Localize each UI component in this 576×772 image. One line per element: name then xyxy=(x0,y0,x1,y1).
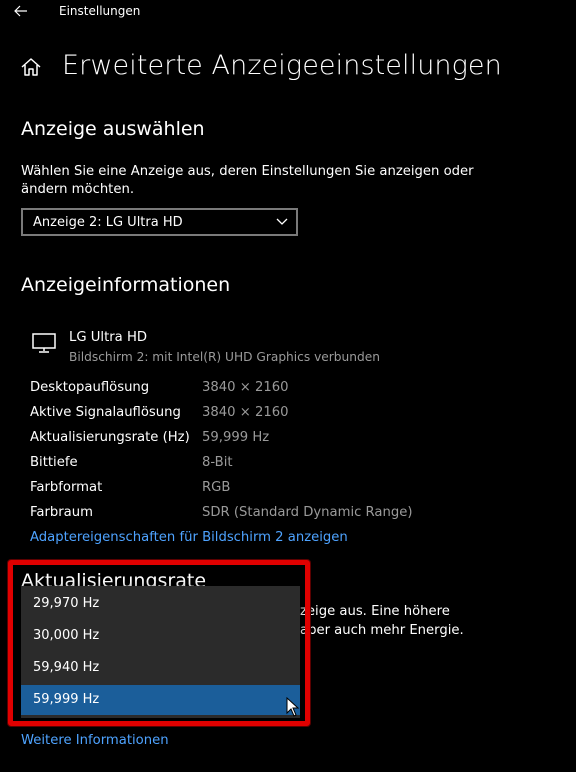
select-display-heading: Anzeige auswählen xyxy=(21,118,205,140)
highlight-frame xyxy=(8,560,310,726)
info-label-active-signal-resolution: Aktive Signalauflösung xyxy=(30,405,181,420)
info-label-desktop-resolution: Desktopauflösung xyxy=(30,380,150,395)
monitor-icon xyxy=(32,333,56,353)
info-label-color-format: Farbformat xyxy=(30,480,103,495)
info-value-bit-depth: 8-Bit xyxy=(202,455,233,470)
info-value-color-format: RGB xyxy=(202,480,231,495)
refresh-rate-description-line2: aber auch mehr Energie. xyxy=(300,623,464,638)
select-display-description-line2: ändern möchten. xyxy=(21,182,135,197)
info-value-refresh-rate: 59,999 Hz xyxy=(202,430,270,445)
home-icon[interactable] xyxy=(20,56,42,78)
info-label-refresh-rate: Aktualisierungsrate (Hz) xyxy=(30,430,190,445)
select-display-description-line1: Wählen Sie eine Anzeige aus, deren Einst… xyxy=(21,164,474,179)
adapter-properties-link[interactable]: Adaptereigenschaften für Bildschirm 2 an… xyxy=(30,530,348,545)
display-select-value: Anzeige 2: LG Ultra HD xyxy=(33,215,183,230)
back-arrow-icon[interactable] xyxy=(12,2,30,20)
monitor-connection: Bildschirm 2: mit Intel(R) UHD Graphics … xyxy=(69,350,380,364)
app-title: Einstellungen xyxy=(59,4,141,18)
chevron-down-icon xyxy=(276,218,288,225)
info-value-color-space: SDR (Standard Dynamic Range) xyxy=(202,505,413,520)
display-select[interactable]: Anzeige 2: LG Ultra HD xyxy=(21,208,298,236)
display-info-heading: Anzeigeinformationen xyxy=(21,274,231,296)
info-value-active-signal-resolution: 3840 × 2160 xyxy=(202,405,289,420)
monitor-name: LG Ultra HD xyxy=(69,330,148,345)
mouse-cursor-icon xyxy=(286,697,300,717)
info-label-bit-depth: Bittiefe xyxy=(30,455,78,470)
info-label-color-space: Farbraum xyxy=(30,505,93,520)
more-info-link[interactable]: Weitere Informationen xyxy=(21,733,169,748)
page-title: Erweiterte Anzeigeeinstellungen xyxy=(62,50,502,81)
refresh-rate-description-line1: zeige aus. Eine höhere xyxy=(300,604,450,619)
info-value-desktop-resolution: 3840 × 2160 xyxy=(202,380,289,395)
